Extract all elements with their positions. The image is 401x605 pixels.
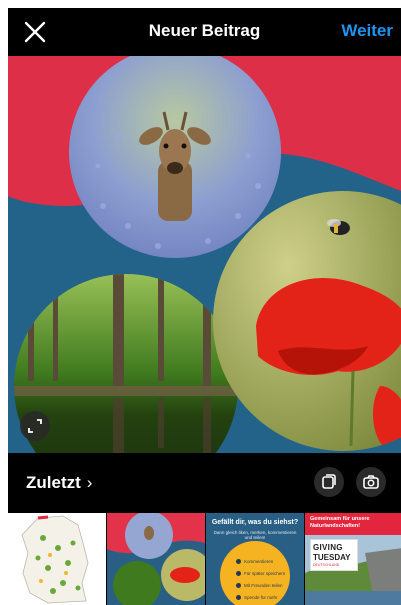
bookmark-dot-icon	[236, 571, 241, 576]
chevron-right-icon: ›	[86, 473, 93, 492]
top-bar: Neuer Beitrag Weiter	[8, 8, 401, 56]
logo-line-1: GIVING	[313, 543, 343, 552]
post-preview	[8, 46, 401, 498]
giving-tuesday-title: Gemeinsam für unsere Naturlandschaften!	[310, 516, 370, 529]
photo-grid: Gefällt dir, was du siehst? Dann gleich …	[8, 513, 401, 605]
comment-dot-icon	[236, 559, 241, 564]
map-of-germany-thumbnail[interactable]	[8, 513, 106, 605]
logo-line-3: DEUTSCHLAND	[313, 563, 340, 567]
camera-button[interactable]	[356, 467, 386, 497]
collage-image	[8, 46, 401, 498]
infographic-thumbnail[interactable]: Gefällt dir, was du siehst? Dann gleich …	[206, 513, 304, 605]
multi-select-icon	[322, 474, 336, 489]
expand-icon	[28, 419, 42, 433]
recent-album-selector[interactable]: Zuletzt ›	[26, 473, 92, 493]
collage-thumbnail-image	[107, 513, 205, 605]
infographic-item-4: Spende für mehr	[244, 595, 278, 600]
phone-screen: Neuer Beitrag Weiter Zuletzt › Gefällt d…	[8, 8, 401, 605]
infographic-item-3: Mit Freunden teilen	[244, 583, 283, 588]
giving-tuesday-thumbnail[interactable]: Gemeinsam für unsere Naturlandschaften! …	[305, 513, 401, 605]
expand-button[interactable]	[20, 411, 50, 441]
infographic-item-1: Kommentieren	[244, 559, 274, 564]
map-image	[21, 515, 89, 604]
giving-tuesday-logo: GIVING TUESDAY DEUTSCHLAND	[310, 539, 358, 571]
gallery-bar: Zuletzt ›	[8, 453, 401, 511]
logo-line-2: TUESDAY	[313, 553, 351, 562]
infographic-subtitle: Dann gleich liken, merken, kommentieren …	[213, 530, 297, 540]
infographic-title: Gefällt dir, was du siehst?	[211, 519, 299, 526]
share-dot-icon	[236, 583, 241, 588]
collage-thumbnail[interactable]	[107, 513, 205, 605]
recent-label: Zuletzt	[26, 473, 81, 492]
donate-dot-icon	[236, 595, 241, 600]
infographic-item-2: Für später speichern	[244, 571, 286, 576]
next-button[interactable]: Weiter	[341, 21, 393, 41]
giving-tuesday-banner: Gemeinsam für unsere Naturlandschaften!	[305, 513, 401, 535]
multi-select-button[interactable]	[314, 467, 344, 497]
camera-icon	[363, 475, 379, 489]
